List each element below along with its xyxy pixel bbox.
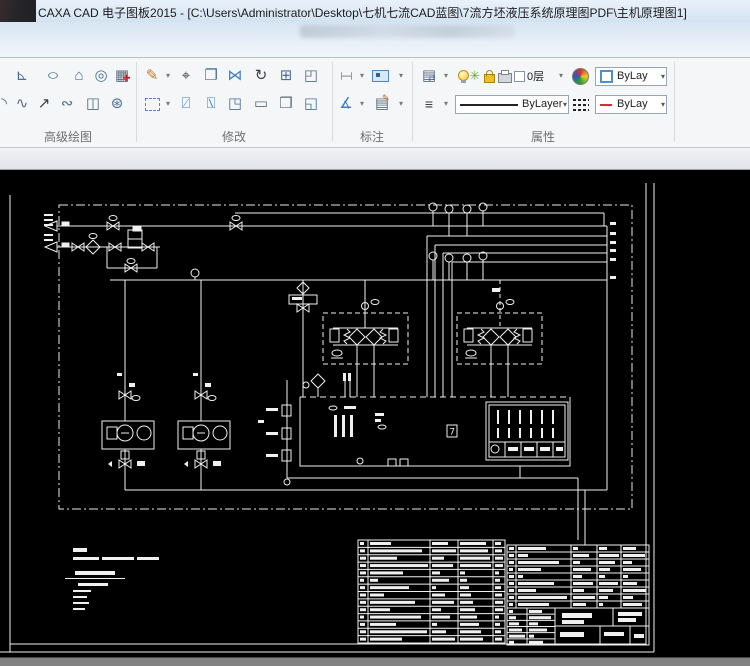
lineweight-combo-value: ByLay — [617, 98, 648, 110]
ellipse-tool-icon[interactable]: ○ — [39, 66, 68, 86]
ribbon: ⊾ ○ ⌂ ◎ ▦ ✚ ◝ ∿ ↗ ∾ ◫ ⊛ 高级绘图 ✎ ▾ ⌖ ❐ ⋈ ↻… — [0, 58, 750, 147]
trim-icon[interactable]: ⍁ — [176, 94, 196, 114]
axis-tool-icon[interactable]: ⊾ — [12, 66, 32, 86]
pump-unit-2 — [178, 373, 230, 468]
contour-tool-icon[interactable]: ∾ — [57, 94, 77, 114]
curve-dimension-icon[interactable]: ∡ — [336, 94, 356, 114]
box-icon[interactable]: ▭ — [251, 94, 271, 114]
layer-print-icon[interactable] — [498, 73, 512, 83]
tank-side-column — [258, 405, 291, 485]
window-title: CAXA CAD 电子图板2015 - [C:\Users\Administra… — [38, 4, 687, 21]
wave-line-tool-icon[interactable]: ∿ — [12, 94, 32, 114]
copy-icon[interactable]: ❐ — [201, 66, 221, 86]
stretch-dropdown-arrow[interactable]: ▾ — [163, 94, 173, 114]
color-swatch-bylayer — [600, 70, 613, 83]
edge-trim-icon[interactable]: ◳ — [225, 94, 245, 114]
text-edit-dropdown-arrow[interactable]: ▾ — [396, 94, 406, 114]
section-label-advanced-drawing: 高级绘图 — [0, 128, 136, 145]
cad-drawing[interactable]: 7 — [0, 170, 750, 657]
section-label-dimension: 标注 — [332, 128, 412, 145]
array-icon[interactable]: ⊞ — [276, 66, 296, 86]
return-filter — [303, 373, 351, 397]
stretch-icon[interactable] — [145, 98, 160, 111]
lineweight-menu-icon[interactable]: ≡ — [419, 94, 439, 114]
bom-tables — [358, 540, 649, 645]
text-edit-pen-icon: ✎ — [382, 94, 392, 104]
lineweight-dropdown-arrow2[interactable]: ▾ — [661, 100, 665, 109]
oil-tank: 7 — [300, 397, 570, 466]
curve-dropdown-arrow[interactable]: ▾ — [357, 94, 367, 114]
inlet-arrows — [44, 214, 69, 252]
lineweight-sample — [600, 104, 612, 106]
linetype-combo-value: ByLayer — [522, 98, 562, 110]
lineweight-combo[interactable]: ByLay ▾ — [595, 95, 667, 114]
tank-legend-box — [486, 402, 568, 460]
title-bar[interactable]: CAXA CAD 电子图板2015 - [C:\Users\Administra… — [0, 0, 750, 22]
menu-strip[interactable] — [0, 22, 750, 57]
erase-pencil-icon[interactable]: ✎ — [142, 66, 162, 86]
faded-menu-text — [300, 25, 515, 38]
move-icon[interactable]: ⌖ — [176, 66, 196, 86]
layer-color-swatch[interactable] — [514, 71, 525, 82]
polygon-tool-icon[interactable]: ⌂ — [69, 66, 89, 86]
scale-icon[interactable]: ◰ — [301, 66, 321, 86]
coordinate-dimension-icon[interactable] — [372, 70, 389, 82]
linetype-dropdown-arrow[interactable]: ▾ — [563, 100, 567, 109]
linetype-sample — [460, 104, 518, 106]
lineweight-dropdown-arrow[interactable]: ▾ — [441, 94, 451, 114]
layer-combo-value[interactable]: 0层 — [527, 68, 544, 84]
color-combo-value: ByLay — [617, 70, 648, 82]
layer-lock-icon[interactable] — [484, 74, 495, 83]
layer-convert-dropdown-arrow[interactable]: ▾ — [441, 66, 451, 86]
coordinate-dropdown-arrow[interactable]: ▾ — [396, 66, 406, 86]
mirror-icon[interactable]: ⋈ — [225, 66, 245, 86]
section-label-modify: 修改 — [136, 128, 332, 145]
color-combo[interactable]: ByLay ▾ — [595, 67, 667, 86]
linear-dimension-icon[interactable]: ⌶ — [336, 71, 356, 80]
title-block — [555, 608, 649, 645]
rotate-icon[interactable]: ↻ — [251, 66, 271, 86]
dimension-dropdown-arrow[interactable]: ▾ — [357, 66, 367, 86]
lineweight-style-icon[interactable] — [573, 99, 589, 111]
notes-block — [65, 548, 159, 610]
blob-tool-icon[interactable]: ⊛ — [107, 94, 127, 114]
section-separator — [674, 62, 675, 142]
drawing-canvas[interactable]: 7 — [0, 170, 750, 657]
block-icon[interactable]: ❒ — [276, 94, 296, 114]
pencil-dropdown-arrow[interactable]: ▾ — [163, 66, 173, 86]
layer-thaw-sun-icon[interactable]: ✳ — [468, 68, 482, 84]
color-combo-dropdown-arrow[interactable]: ▾ — [661, 72, 665, 81]
extend-icon[interactable]: ⍂ — [201, 94, 221, 114]
color-wheel-icon[interactable] — [572, 68, 589, 85]
status-strip — [0, 657, 750, 666]
layer-combo-dropdown-arrow[interactable]: ▾ — [556, 66, 566, 86]
port-labels — [610, 222, 616, 279]
table-plus-icon: ✚ — [123, 74, 133, 84]
section-label-properties: 属性 — [412, 128, 674, 145]
cylinder-tool-icon[interactable]: ◫ — [83, 94, 103, 114]
tank-number-label: 7 — [450, 428, 455, 438]
corner-icon[interactable]: ◱ — [301, 94, 321, 114]
layer-swap-icon: ⇄ — [428, 74, 438, 84]
arc-circle-tool-icon[interactable]: ◎ — [91, 66, 111, 86]
pointer-tool-icon[interactable]: ↗ — [34, 94, 54, 114]
piping-network — [57, 213, 607, 545]
pressure-gauges — [429, 203, 487, 280]
pump-unit-1 — [102, 373, 154, 468]
ribbon-bottom-strip — [0, 147, 750, 170]
application-window: CAXA CAD 电子图板2015 - [C:\Users\Administra… — [0, 0, 750, 666]
linetype-combo[interactable]: ByLayer ▾ — [455, 95, 569, 114]
